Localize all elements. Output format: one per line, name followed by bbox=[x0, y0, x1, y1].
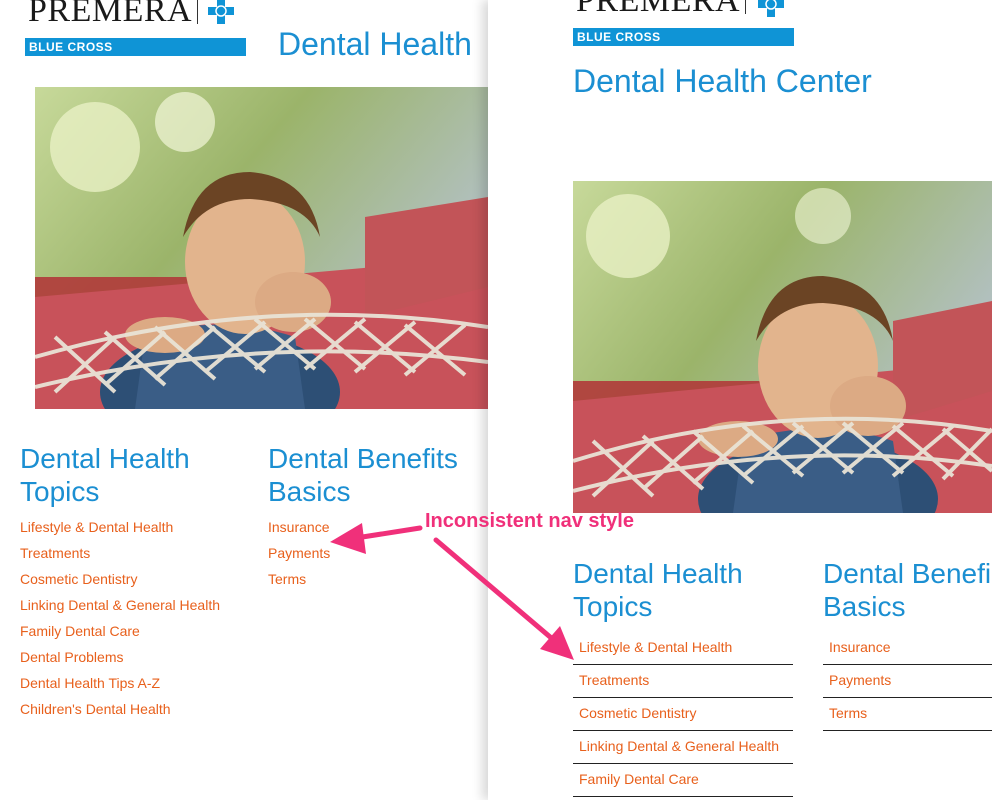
arrow-to-right-nav-icon bbox=[433, 537, 574, 660]
annotation-label: Inconsistent nav style bbox=[425, 510, 634, 532]
annotation-arrows bbox=[330, 523, 574, 660]
arrow-to-left-nav-icon bbox=[330, 523, 423, 554]
